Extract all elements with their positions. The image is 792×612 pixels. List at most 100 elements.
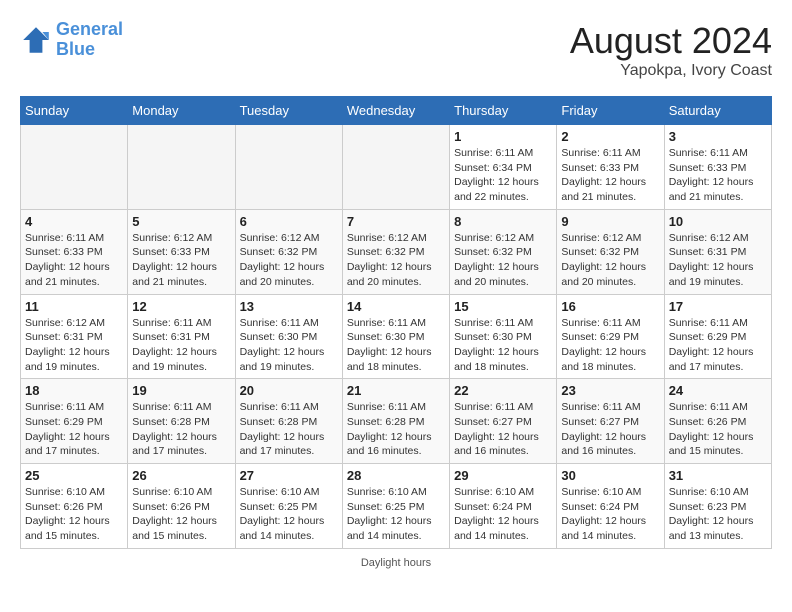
day-info: Sunrise: 6:11 AMSunset: 6:29 PMDaylight:… [561, 316, 659, 375]
day-info: Sunrise: 6:11 AMSunset: 6:33 PMDaylight:… [25, 231, 123, 290]
calendar-day-cell: 19Sunrise: 6:11 AMSunset: 6:28 PMDayligh… [128, 379, 235, 464]
logo-line1: General [56, 19, 123, 39]
day-number: 24 [669, 383, 767, 398]
day-info: Sunrise: 6:11 AMSunset: 6:30 PMDaylight:… [240, 316, 338, 375]
day-number: 9 [561, 214, 659, 229]
day-info: Sunrise: 6:12 AMSunset: 6:32 PMDaylight:… [240, 231, 338, 290]
calendar-day-cell: 20 Sunrise: 6:11 AMSunset: 6:28 PMDayligh… [235, 379, 342, 464]
calendar-day-cell: 15 Sunrise: 6:11 AMSunset: 6:30 PMDayligh… [450, 294, 557, 379]
calendar-day-header: Sunday [21, 97, 128, 125]
day-info: Sunrise: 6:11 AMSunset: 6:27 PMDaylight:… [561, 400, 659, 459]
day-info: Sunrise: 6:11 AMSunset: 6:30 PMDaylight:… [347, 316, 445, 375]
calendar-day-header: Tuesday [235, 97, 342, 125]
calendar-day-cell: 29 Sunrise: 6:10 AMSunset: 6:24 PMDayligh… [450, 464, 557, 549]
day-info: Sunrise: 6:11 AMSunset: 6:34 PMDaylight:… [454, 146, 552, 205]
day-number: 6 [240, 214, 338, 229]
day-info: Sunrise: 6:10 AMSunset: 6:26 PMDaylight:… [25, 485, 123, 544]
calendar-day-cell: 18 Sunrise: 6:11 AMSunset: 6:29 PMDayligh… [21, 379, 128, 464]
calendar-day-cell: 11 Sunrise: 6:12 AMSunset: 6:31 PMDayligh… [21, 294, 128, 379]
calendar-week-row: 25 Sunrise: 6:10 AMSunset: 6:26 PMDayligh… [21, 464, 772, 549]
day-number: 30 [561, 468, 659, 483]
logo-icon [20, 24, 52, 56]
calendar-week-row: 18 Sunrise: 6:11 AMSunset: 6:29 PMDayligh… [21, 379, 772, 464]
calendar-day-cell: 2 Sunrise: 6:11 AMSunset: 6:33 PMDaylight… [557, 125, 664, 210]
calendar-day-header: Wednesday [342, 97, 449, 125]
day-number: 18 [25, 383, 123, 398]
day-info: Sunrise: 6:12 AMSunset: 6:33 PMDaylight:… [132, 231, 230, 290]
day-number: 31 [669, 468, 767, 483]
calendar-day-cell: 16 Sunrise: 6:11 AMSunset: 6:29 PMDayligh… [557, 294, 664, 379]
day-number: 28 [347, 468, 445, 483]
calendar-day-cell: 26 Sunrise: 6:10 AMSunset: 6:26 PMDayligh… [128, 464, 235, 549]
calendar-day-cell: 4Sunrise: 6:11 AMSunset: 6:33 PMDaylight… [21, 209, 128, 294]
calendar-week-row: 1 Sunrise: 6:11 AMSunset: 6:34 PMDaylight… [21, 125, 772, 210]
day-info: Sunrise: 6:10 AMSunset: 6:24 PMDaylight:… [561, 485, 659, 544]
calendar-day-cell: 28 Sunrise: 6:10 AMSunset: 6:25 PMDayligh… [342, 464, 449, 549]
day-number: 20 [240, 383, 338, 398]
day-info: Sunrise: 6:11 AMSunset: 6:26 PMDaylight:… [669, 400, 767, 459]
day-number: 27 [240, 468, 338, 483]
day-info: Sunrise: 6:11 AMSunset: 6:30 PMDaylight:… [454, 316, 552, 375]
calendar-day-cell: 14 Sunrise: 6:11 AMSunset: 6:30 PMDayligh… [342, 294, 449, 379]
calendar-day-cell: 7Sunrise: 6:12 AMSunset: 6:32 PMDaylight… [342, 209, 449, 294]
day-info: Sunrise: 6:10 AMSunset: 6:25 PMDaylight:… [240, 485, 338, 544]
day-number: 10 [669, 214, 767, 229]
day-info: Sunrise: 6:10 AMSunset: 6:23 PMDaylight:… [669, 485, 767, 544]
day-info: Sunrise: 6:11 AMSunset: 6:28 PMDaylight:… [347, 400, 445, 459]
day-info: Sunrise: 6:11 AMSunset: 6:28 PMDaylight:… [240, 400, 338, 459]
day-info: Sunrise: 6:11 AMSunset: 6:33 PMDaylight:… [561, 146, 659, 205]
calendar-day-cell: 9Sunrise: 6:12 AMSunset: 6:32 PMDaylight… [557, 209, 664, 294]
calendar-week-row: 11 Sunrise: 6:12 AMSunset: 6:31 PMDayligh… [21, 294, 772, 379]
day-number: 8 [454, 214, 552, 229]
calendar-table: SundayMondayTuesdayWednesdayThursdayFrid… [20, 96, 772, 549]
calendar-day-cell: 5Sunrise: 6:12 AMSunset: 6:33 PMDaylight… [128, 209, 235, 294]
calendar-day-cell: 17 Sunrise: 6:11 AMSunset: 6:29 PMDayligh… [664, 294, 771, 379]
day-info: Sunrise: 6:11 AMSunset: 6:29 PMDaylight:… [25, 400, 123, 459]
day-info: Sunrise: 6:11 AMSunset: 6:33 PMDaylight:… [669, 146, 767, 205]
title-block: August 2024 Yapokpa, Ivory Coast [570, 20, 772, 80]
footer-text: Daylight hours [361, 557, 431, 569]
calendar-day-cell: 31 Sunrise: 6:10 AMSunset: 6:23 PMDayligh… [664, 464, 771, 549]
calendar-header-row: SundayMondayTuesdayWednesdayThursdayFrid… [21, 97, 772, 125]
calendar-day-cell: 25 Sunrise: 6:10 AMSunset: 6:26 PMDayligh… [21, 464, 128, 549]
calendar-day-cell: 12 Sunrise: 6:11 AMSunset: 6:31 PMDayligh… [128, 294, 235, 379]
calendar-day-cell: 30 Sunrise: 6:10 AMSunset: 6:24 PMDayligh… [557, 464, 664, 549]
calendar-day-cell: 3Sunrise: 6:11 AMSunset: 6:33 PMDaylight… [664, 125, 771, 210]
day-info: Sunrise: 6:10 AMSunset: 6:25 PMDaylight:… [347, 485, 445, 544]
day-number: 13 [240, 299, 338, 314]
calendar-day-header: Friday [557, 97, 664, 125]
day-number: 14 [347, 299, 445, 314]
calendar-day-cell [342, 125, 449, 210]
day-info: Sunrise: 6:11 AMSunset: 6:31 PMDaylight:… [132, 316, 230, 375]
calendar-day-header: Thursday [450, 97, 557, 125]
day-info: Sunrise: 6:12 AMSunset: 6:31 PMDaylight:… [669, 231, 767, 290]
day-info: Sunrise: 6:12 AMSunset: 6:31 PMDaylight:… [25, 316, 123, 375]
day-number: 17 [669, 299, 767, 314]
day-info: Sunrise: 6:10 AMSunset: 6:26 PMDaylight:… [132, 485, 230, 544]
day-number: 25 [25, 468, 123, 483]
day-number: 12 [132, 299, 230, 314]
calendar-day-cell [128, 125, 235, 210]
calendar-day-cell: 23Sunrise: 6:11 AMSunset: 6:27 PMDayligh… [557, 379, 664, 464]
day-info: Sunrise: 6:11 AMSunset: 6:29 PMDaylight:… [669, 316, 767, 375]
footer: Daylight hours [20, 557, 772, 569]
day-number: 11 [25, 299, 123, 314]
logo-line2: Blue [56, 39, 95, 59]
day-number: 15 [454, 299, 552, 314]
day-info: Sunrise: 6:12 AMSunset: 6:32 PMDaylight:… [454, 231, 552, 290]
calendar-day-header: Saturday [664, 97, 771, 125]
day-number: 29 [454, 468, 552, 483]
day-number: 26 [132, 468, 230, 483]
calendar-day-cell: 1 Sunrise: 6:11 AMSunset: 6:34 PMDaylight… [450, 125, 557, 210]
day-number: 16 [561, 299, 659, 314]
calendar-day-cell: 24 Sunrise: 6:11 AMSunset: 6:26 PMDayligh… [664, 379, 771, 464]
calendar-day-cell: 27 Sunrise: 6:10 AMSunset: 6:25 PMDayligh… [235, 464, 342, 549]
day-info: Sunrise: 6:10 AMSunset: 6:24 PMDaylight:… [454, 485, 552, 544]
day-number: 1 [454, 129, 552, 144]
logo: General Blue [20, 20, 123, 60]
calendar-day-cell: 13 Sunrise: 6:11 AMSunset: 6:30 PMDayligh… [235, 294, 342, 379]
day-number: 2 [561, 129, 659, 144]
calendar-day-cell: 10 Sunrise: 6:12 AMSunset: 6:31 PMDayligh… [664, 209, 771, 294]
day-info: Sunrise: 6:12 AMSunset: 6:32 PMDaylight:… [347, 231, 445, 290]
month-title: August 2024 [570, 20, 772, 62]
